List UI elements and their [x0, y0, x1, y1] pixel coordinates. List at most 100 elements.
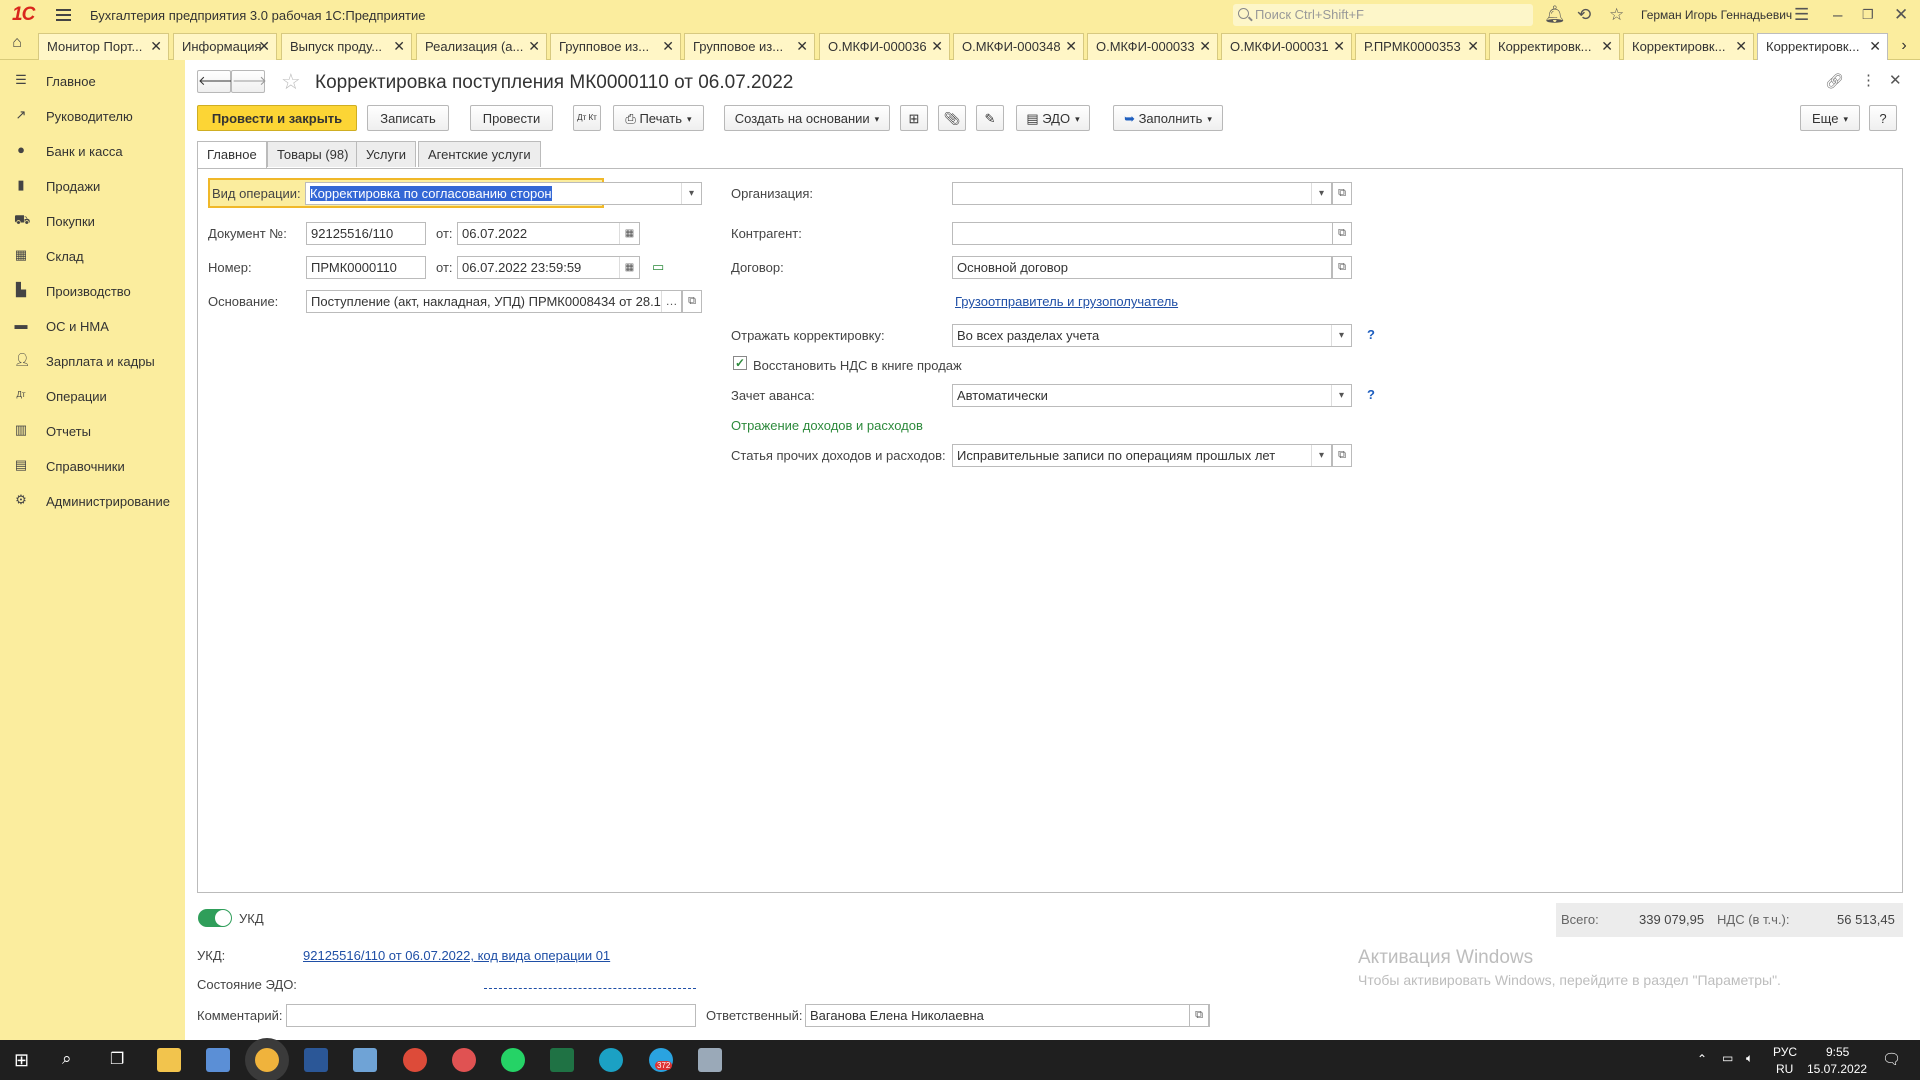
- close-tab-icon[interactable]: ✕: [528, 38, 540, 55]
- close-tab-icon[interactable]: ✕: [258, 38, 270, 55]
- telegram-icon[interactable]: 372: [649, 1048, 673, 1072]
- number-input[interactable]: ПРМК0000110: [306, 256, 426, 279]
- edo-state-link[interactable]: [484, 988, 696, 989]
- docdate-input[interactable]: 06.07.2022 ▦: [457, 222, 640, 245]
- tab-item[interactable]: Реализация (а... ✕: [416, 33, 547, 60]
- more-vertical-icon[interactable]: ⋮: [1861, 71, 1876, 89]
- close-tab-icon[interactable]: ✕: [662, 38, 674, 55]
- tab-goods[interactable]: Товары (98): [267, 141, 359, 167]
- post-and-close-button[interactable]: Провести и закрыть: [197, 105, 357, 131]
- op-type-select[interactable]: Корректировка по согласованию сторон ▾: [305, 182, 702, 205]
- ellipsis-icon[interactable]: …: [661, 291, 681, 312]
- more-button[interactable]: Еще: [1800, 105, 1860, 131]
- close-tab-icon[interactable]: ✕: [150, 38, 162, 55]
- chevron-down-icon[interactable]: ▾: [681, 183, 701, 204]
- back-button[interactable]: 🡐: [197, 70, 233, 93]
- taskbar-search-icon[interactable]: ⌕: [62, 1049, 72, 1069]
- tab-item[interactable]: О.МКФИ-000033 ✕: [1087, 33, 1218, 60]
- tab-services[interactable]: Услуги: [356, 141, 416, 167]
- clock-time[interactable]: 9:55: [1826, 1045, 1849, 1059]
- close-tab-icon[interactable]: ✕: [393, 38, 405, 55]
- whatsapp-icon[interactable]: [501, 1048, 525, 1072]
- tab-item[interactable]: Монитор Порт... ✕: [38, 33, 169, 60]
- sidebar-item-manager[interactable]: ↗ Руководителю: [0, 101, 184, 131]
- close-form-icon[interactable]: ✕: [1889, 71, 1902, 89]
- language-indicator-2[interactable]: RU: [1776, 1062, 1793, 1076]
- volume-icon[interactable]: 🔈︎: [1746, 1051, 1753, 1066]
- comment-input[interactable]: [286, 1004, 696, 1027]
- close-tab-icon[interactable]: ✕: [1065, 38, 1077, 55]
- reflect-help-icon[interactable]: ?: [1367, 327, 1375, 342]
- open-counterparty-icon[interactable]: ⧉: [1332, 222, 1352, 245]
- number-date-input[interactable]: 06.07.2022 23:59:59 ▦: [457, 256, 640, 279]
- tab-agent-services[interactable]: Агентские услуги: [418, 141, 541, 167]
- close-tab-icon[interactable]: ✕: [931, 38, 943, 55]
- reflect-select[interactable]: Во всех разделах учета ▾: [952, 324, 1352, 347]
- open-basis-icon[interactable]: ⧉: [682, 290, 702, 313]
- advance-select[interactable]: Автоматически ▾: [952, 384, 1352, 407]
- basis-input[interactable]: Поступление (акт, накладная, УПД) ПРМК00…: [306, 290, 682, 313]
- windows-start-icon[interactable]: ⊞: [14, 1050, 29, 1071]
- tabs-scroll-right-icon[interactable]: ›: [1890, 33, 1918, 60]
- ukd-link[interactable]: 92125516/110 от 06.07.2022, код вида опе…: [303, 948, 610, 963]
- edge-icon[interactable]: [599, 1048, 623, 1072]
- tab-main[interactable]: Главное: [197, 141, 267, 168]
- language-indicator[interactable]: РУС: [1773, 1045, 1797, 1059]
- open-article-icon[interactable]: ⧉: [1332, 444, 1352, 467]
- close-tab-icon[interactable]: ✕: [1467, 38, 1479, 55]
- calendar-icon[interactable]: ▦: [619, 223, 639, 244]
- current-user[interactable]: Герман Игорь Геннадьевич: [1641, 8, 1792, 22]
- ukd-toggle[interactable]: [198, 909, 232, 927]
- task-view-icon[interactable]: ❐: [110, 1049, 124, 1069]
- tray-expand-icon[interactable]: ⌃: [1697, 1052, 1707, 1066]
- chevron-down-icon[interactable]: ▾: [1311, 183, 1331, 204]
- chevron-down-icon[interactable]: ▾: [1311, 445, 1331, 466]
- home-icon[interactable]: ⌂: [4, 34, 30, 56]
- edo-button[interactable]: ▤ ЭДО: [1016, 105, 1090, 131]
- bell-icon[interactable]: 🔔︎: [1544, 5, 1566, 25]
- advance-help-icon[interactable]: ?: [1367, 387, 1375, 402]
- network-icon[interactable]: ▭: [1722, 1051, 1733, 1065]
- org-select[interactable]: ▾: [952, 182, 1332, 205]
- global-search-input[interactable]: Поиск Ctrl+Shift+F: [1233, 4, 1533, 26]
- sidebar-item-main[interactable]: ☰ Главное: [0, 66, 184, 96]
- tab-item[interactable]: Корректировк... ✕: [1623, 33, 1754, 60]
- sidebar-item-reports[interactable]: ▥ Отчеты: [0, 416, 184, 446]
- sidebar-item-payroll[interactable]: 👤︎ Зарплата и кадры: [0, 346, 184, 376]
- notes-icon[interactable]: [353, 1048, 377, 1072]
- tab-item[interactable]: Р.ПРМК0000353 ✕: [1355, 33, 1486, 60]
- chrome-icon[interactable]: [403, 1048, 427, 1072]
- tab-item[interactable]: Групповое из... ✕: [550, 33, 681, 60]
- open-contract-icon[interactable]: ⧉: [1332, 256, 1352, 279]
- fill-button[interactable]: ➥ Заполнить: [1113, 105, 1223, 131]
- sidebar-item-warehouse[interactable]: ▦ Склад: [0, 241, 184, 271]
- sidebar-item-bank[interactable]: ● Банк и касса: [0, 136, 184, 166]
- main-menu-icon[interactable]: [56, 9, 71, 21]
- sidebar-item-sales[interactable]: ▮ Продажи: [0, 171, 184, 201]
- save-button[interactable]: Записать: [367, 105, 449, 131]
- attach-icon[interactable]: 📎︎: [938, 105, 966, 131]
- open-responsible-icon[interactable]: ⧉: [1189, 1004, 1209, 1027]
- sidebar-item-admin[interactable]: ⚙ Администрирование: [0, 486, 184, 516]
- sidebar-item-purchases[interactable]: ⛟ Покупки: [0, 206, 184, 236]
- sidebar-item-production[interactable]: ▙ Производство: [0, 276, 184, 306]
- sidebar-item-catalogs[interactable]: ▤ Справочники: [0, 451, 184, 481]
- history-icon[interactable]: ⟲: [1577, 5, 1591, 25]
- dt-kt-button[interactable]: Дт Кт: [573, 105, 601, 131]
- close-tab-icon[interactable]: ✕: [1199, 38, 1211, 55]
- open-org-icon[interactable]: ⧉: [1332, 182, 1352, 205]
- tab-item[interactable]: О.МКФИ-000031 ✕: [1221, 33, 1352, 60]
- sidebar-item-operations[interactable]: Дт Операции: [0, 381, 184, 411]
- clock-date[interactable]: 15.07.2022: [1807, 1062, 1867, 1076]
- tab-item[interactable]: О.МКФИ-000348 ✕: [953, 33, 1084, 60]
- app-drop-icon[interactable]: [452, 1048, 476, 1072]
- close-tab-icon[interactable]: ✕: [1601, 38, 1613, 55]
- excel-icon[interactable]: [550, 1048, 574, 1072]
- word-icon[interactable]: [304, 1048, 328, 1072]
- close-tab-icon[interactable]: ✕: [1735, 38, 1747, 55]
- app-icon[interactable]: [206, 1048, 230, 1072]
- help-button[interactable]: ?: [1869, 105, 1897, 131]
- tab-item[interactable]: Информация ✕: [173, 33, 277, 60]
- article-select[interactable]: Исправительные записи по операциям прошл…: [952, 444, 1332, 467]
- close-tab-icon[interactable]: ✕: [796, 38, 808, 55]
